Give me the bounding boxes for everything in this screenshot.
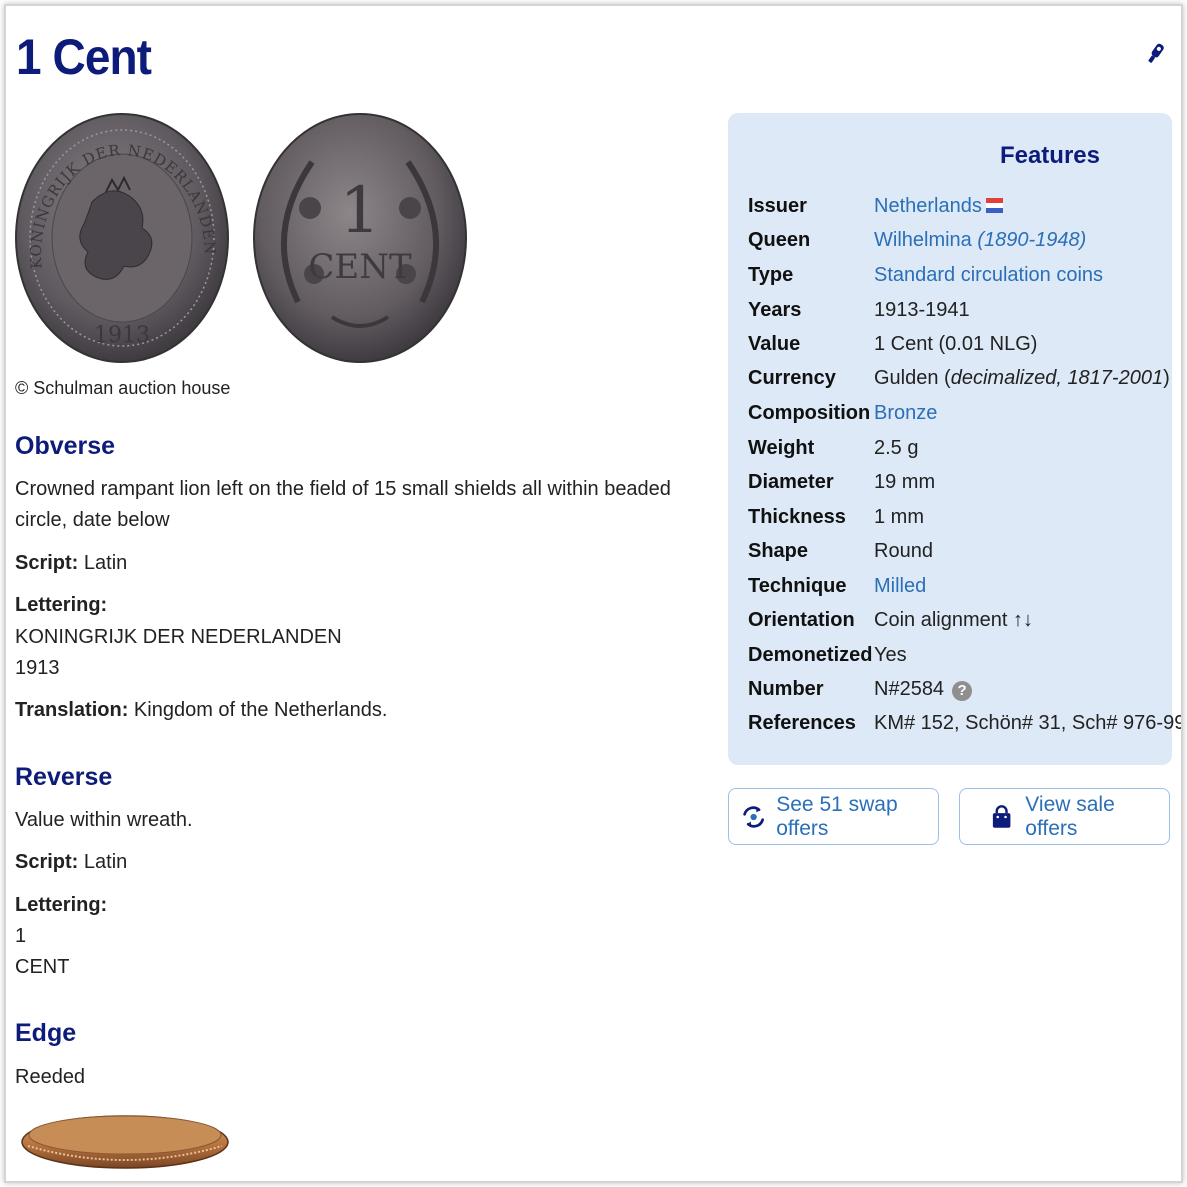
type-label: Type bbox=[748, 264, 794, 286]
shape-label: Shape bbox=[748, 540, 809, 562]
reverse-script: Script: Latin bbox=[15, 847, 127, 878]
svg-text:1913: 1913 bbox=[94, 323, 150, 348]
number-value: N#2584? bbox=[874, 678, 973, 701]
currency-value: Gulden (decimalized, 1817-2001) bbox=[874, 367, 1170, 389]
issuer-label: Issuer bbox=[748, 195, 807, 217]
value-value: 1 Cent (0.01 NLG) bbox=[874, 333, 1038, 355]
weight-label: Weight bbox=[748, 437, 815, 459]
reverse-lettering-line1: 1 bbox=[15, 925, 27, 947]
obverse-script: Script: Latin bbox=[15, 548, 127, 579]
obverse-translation: Translation: Kingdom of the Netherlands. bbox=[15, 695, 387, 726]
years-label: Years bbox=[748, 299, 802, 321]
help-icon[interactable]: ? bbox=[952, 681, 973, 701]
coin-reverse-image[interactable]: 1 CENT bbox=[252, 112, 468, 364]
obverse-script-label: Script: bbox=[15, 552, 79, 574]
issuer-value[interactable]: Netherlands bbox=[874, 195, 1003, 218]
page-frame: 1 Cent 1913 KONINGRIJK DER NEDERLANDEN 1… bbox=[4, 4, 1183, 1183]
sale-offers-button[interactable]: View sale offers bbox=[959, 788, 1170, 845]
references-label: References bbox=[748, 712, 856, 734]
image-credit: © Schulman auction house bbox=[15, 378, 231, 398]
reverse-description: Value within wreath. bbox=[15, 809, 193, 831]
edge-description: Reeded bbox=[15, 1066, 86, 1088]
queen-label: Queen bbox=[748, 229, 811, 251]
years-value: 1913-1941 bbox=[874, 299, 970, 321]
obverse-script-value: Latin bbox=[78, 552, 128, 574]
reverse-lettering-line2: CENT bbox=[15, 956, 70, 978]
obverse-description: Crowned rampant lion left on the field o… bbox=[15, 478, 671, 531]
weight-value: 2.5 g bbox=[874, 437, 919, 459]
thickness-label: Thickness bbox=[748, 506, 846, 528]
technique-value[interactable]: Milled bbox=[874, 575, 926, 598]
swap-offers-label: See 51 swap offers bbox=[776, 792, 898, 840]
features-title: Features bbox=[999, 142, 1100, 169]
obverse-translation-value: Kingdom of the Netherlands. bbox=[128, 699, 388, 721]
type-value[interactable]: Standard circulation coins bbox=[874, 264, 1103, 287]
svg-text:1: 1 bbox=[340, 174, 381, 248]
edge-heading: Edge bbox=[15, 1019, 77, 1047]
references-value: KM# 152, Schön# 31, Sch# 976-998 bbox=[874, 712, 1183, 734]
netherlands-flag-icon bbox=[985, 198, 1003, 213]
currency-label: Currency bbox=[748, 367, 836, 389]
swap-offers-button[interactable]: See 51 swap offers bbox=[728, 788, 939, 845]
shape-value: Round bbox=[874, 540, 933, 562]
obverse-lettering-label: Lettering: bbox=[15, 594, 108, 616]
sale-offers-label: View sale offers bbox=[1025, 792, 1115, 840]
obverse-lettering-line1: KONINGRIJK DER NEDERLANDEN bbox=[15, 626, 342, 648]
orientation-label: Orientation bbox=[748, 609, 855, 631]
swap-icon bbox=[743, 805, 764, 828]
thickness-value: 1 mm bbox=[874, 506, 924, 528]
coin-obverse-image[interactable]: 1913 KONINGRIJK DER NEDERLANDEN bbox=[14, 112, 230, 364]
svg-text:CENT: CENT bbox=[308, 247, 412, 287]
reverse-script-label: Script: bbox=[15, 851, 79, 873]
reverse-script-value: Latin bbox=[78, 851, 128, 873]
reverse-heading: Reverse bbox=[15, 763, 113, 791]
demonetized-value: Yes bbox=[874, 644, 907, 666]
demonetized-label: Demonetized bbox=[748, 644, 873, 666]
obverse-heading: Obverse bbox=[15, 432, 116, 460]
diameter-label: Diameter bbox=[748, 471, 834, 493]
orientation-value: Coin alignment ↑↓ bbox=[874, 609, 1033, 631]
composition-value[interactable]: Bronze bbox=[874, 402, 937, 425]
reverse-lettering-label: Lettering: bbox=[15, 894, 108, 916]
technique-label: Technique bbox=[748, 575, 847, 597]
features-panel: Features Issuer Netherlands Queen Wilhel… bbox=[728, 113, 1181, 765]
obverse-lettering-line2: 1913 bbox=[15, 657, 60, 679]
shopping-bag-icon bbox=[992, 804, 1011, 828]
value-label: Value bbox=[748, 333, 801, 355]
page-title: 1 Cent bbox=[16, 29, 152, 85]
obverse-translation-label: Translation: bbox=[15, 699, 129, 721]
queen-value[interactable]: Wilhelmina (1890-1948) bbox=[874, 229, 1086, 252]
coin-edge-image[interactable] bbox=[20, 1108, 230, 1170]
pin-icon[interactable] bbox=[1145, 40, 1167, 66]
composition-label: Composition bbox=[748, 402, 871, 424]
diameter-value: 19 mm bbox=[874, 471, 936, 493]
number-label: Number bbox=[748, 678, 824, 700]
